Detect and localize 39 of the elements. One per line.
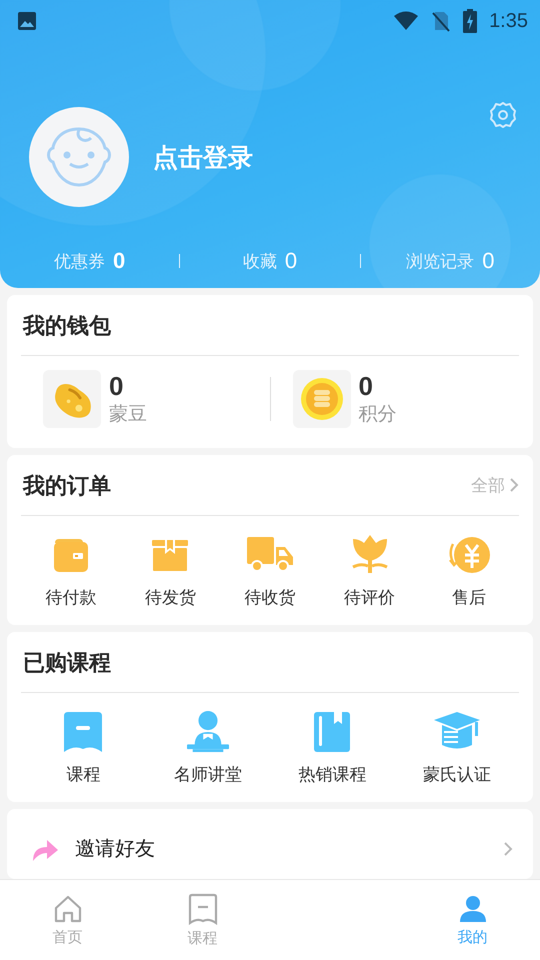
bookmark-icon bbox=[64, 711, 102, 753]
status-time: 1:35 bbox=[489, 10, 528, 32]
balance-value: 0 bbox=[358, 371, 374, 401]
settings-icon[interactable] bbox=[488, 100, 518, 130]
order-status-label[interactable]: 待发货 bbox=[144, 586, 196, 609]
chevron-right-icon bbox=[509, 477, 519, 493]
home-icon bbox=[52, 894, 82, 924]
balance-value: 0 bbox=[109, 371, 124, 401]
order-status-label[interactable]: 售后 bbox=[452, 586, 486, 609]
stat-count: 0 bbox=[284, 248, 298, 274]
image-icon bbox=[17, 11, 37, 31]
stat-count: 0 bbox=[482, 248, 494, 274]
wifi-icon bbox=[393, 11, 420, 31]
section-title: 我的订单 bbox=[22, 473, 112, 501]
teacher-icon bbox=[186, 711, 230, 753]
book-icon bbox=[314, 711, 350, 753]
invite-friends-item[interactable]: 邀请好友 bbox=[75, 835, 155, 862]
course-category-label[interactable]: 蒙氏认证 bbox=[422, 763, 491, 786]
order-status-label[interactable]: 待付款 bbox=[45, 586, 96, 609]
course-category-label[interactable]: 名师讲堂 bbox=[174, 763, 242, 786]
order-status-label[interactable]: 待收货 bbox=[244, 586, 296, 609]
coin-icon bbox=[292, 370, 350, 428]
balance-label: 积分 bbox=[358, 402, 396, 427]
battery-icon bbox=[463, 9, 478, 33]
chevron-right-icon bbox=[503, 840, 513, 856]
section-title: 已购课程 bbox=[21, 632, 519, 693]
balance-label: 蒙豆 bbox=[109, 402, 147, 427]
course-category-label[interactable]: 课程 bbox=[66, 763, 100, 786]
course-category-label[interactable]: 热销课程 bbox=[298, 763, 366, 786]
person-icon bbox=[458, 894, 488, 924]
no-sim-icon bbox=[431, 10, 452, 32]
tulip-icon bbox=[350, 534, 389, 576]
bean-icon bbox=[43, 370, 101, 428]
stat-count: 0 bbox=[113, 248, 126, 274]
baby-face-icon bbox=[45, 126, 113, 188]
order-status-label[interactable]: 待评价 bbox=[344, 586, 396, 609]
yen-refund-icon bbox=[447, 534, 492, 576]
bookmark-icon bbox=[188, 892, 218, 924]
section-title: 我的钱包 bbox=[21, 295, 519, 356]
